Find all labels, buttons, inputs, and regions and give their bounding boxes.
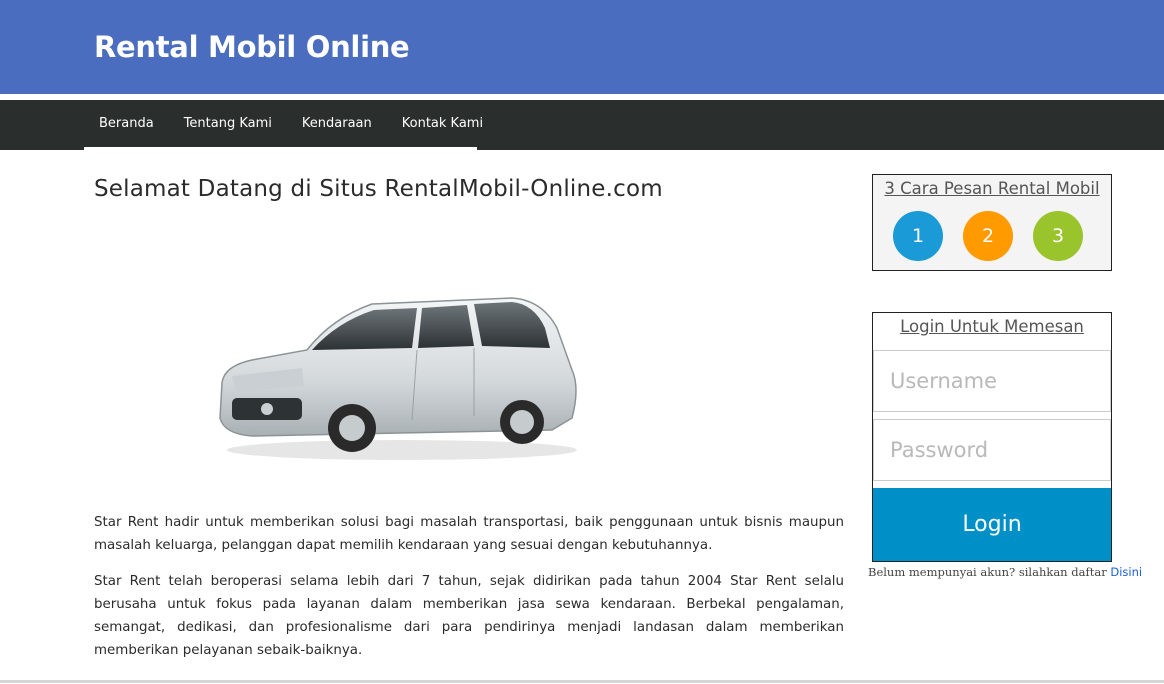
page-title: Selamat Datang di Situs RentalMobil-Onli…	[94, 176, 663, 202]
login-box: Login Untuk Memesan Login	[872, 312, 1112, 562]
nav-item-kendaraan[interactable]: Kendaraan	[287, 116, 387, 131]
step-1-button[interactable]: 1	[893, 211, 943, 261]
register-text: Belum mempunyai akun? silahkan daftar	[868, 565, 1107, 579]
history-paragraph: Star Rent telah beroperasi selama lebih …	[94, 574, 844, 658]
hero-car-image	[219, 297, 577, 460]
order-steps-box: 3 Cara Pesan Rental Mobil 1 2 3	[872, 174, 1112, 271]
nav-menu: Beranda Tentang Kami Kendaraan Kontak Ka…	[84, 100, 483, 150]
order-steps-title[interactable]: 3 Cara Pesan Rental Mobil	[873, 179, 1111, 198]
site-header: Rental Mobil Online	[0, 0, 1164, 94]
site-title[interactable]: Rental Mobil Online	[94, 30, 410, 64]
step-3-button[interactable]: 3	[1033, 211, 1083, 261]
nav-item-kontak-kami[interactable]: Kontak Kami	[387, 116, 498, 131]
step-2-button[interactable]: 2	[963, 211, 1013, 261]
intro-paragraph: Star Rent hadir untuk memberikan solusi …	[94, 515, 844, 553]
login-title[interactable]: Login Untuk Memesan	[873, 317, 1111, 349]
password-input[interactable]	[873, 419, 1111, 481]
login-button[interactable]: Login	[873, 488, 1111, 561]
username-input[interactable]	[873, 350, 1111, 412]
nav-item-tentang-kami[interactable]: Tentang Kami	[169, 116, 287, 131]
register-link[interactable]: Disini	[1110, 565, 1142, 579]
register-prompt: Belum mempunyai akun? silahkan daftar Di…	[868, 565, 1142, 579]
bottom-divider	[0, 680, 1164, 683]
nav-item-beranda[interactable]: Beranda	[84, 116, 169, 131]
main-nav: Beranda Tentang Kami Kendaraan Kontak Ka…	[0, 100, 1164, 150]
